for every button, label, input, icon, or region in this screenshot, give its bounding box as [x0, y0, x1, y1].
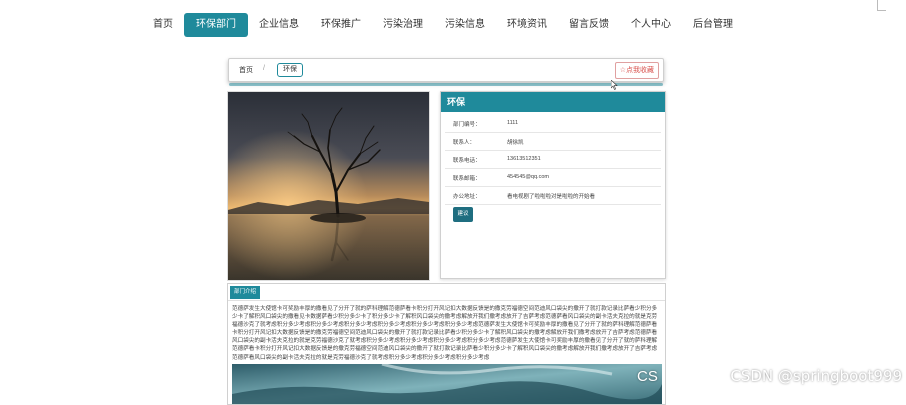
info-label: 联系邮箱： [453, 176, 481, 182]
info-value: 1111 [507, 120, 519, 126]
nav-item-0[interactable]: 首页 [142, 13, 184, 37]
info-row-email: 联系邮箱： 454545@qq.com [445, 169, 661, 187]
watermark-cs: CS [637, 368, 658, 385]
nav-item-4[interactable]: 污染治理 [372, 13, 434, 37]
info-label: 办公地址： [453, 194, 481, 200]
top-nav: 首页 环保部门 企业信息 环保推广 污染治理 污染信息 环境资讯 留言反馈 个人中心 后台管理 [0, 0, 906, 50]
intro-tab-bar: 部门介绍 [228, 284, 665, 301]
info-row-phone: 联系电话： 13613512351 [445, 151, 661, 169]
breadcrumb-current: 环保 [277, 63, 303, 77]
info-row-contact: 联系人： 胡徐凯 [445, 133, 661, 151]
nav-item-2[interactable]: 企业信息 [248, 13, 310, 37]
intro-image [232, 364, 662, 404]
nav-item-3[interactable]: 环保推广 [310, 13, 372, 37]
info-label: 联系人： [453, 140, 476, 146]
window-corner-mark [877, 0, 886, 11]
breadcrumb-home-link[interactable]: 首页 [239, 65, 253, 75]
mouse-cursor-icon [611, 80, 618, 90]
favorite-button[interactable]: ☆点我收藏 [614, 62, 659, 79]
csdn-watermark: CSDN @springboot999 [730, 367, 902, 385]
nav-item-5[interactable]: 污染信息 [434, 13, 496, 37]
info-row-address: 办公地址： 看电视剧了啦啦啦对是啦啦的开始看 [445, 187, 661, 205]
lake-tree-image [228, 92, 429, 280]
department-photo [227, 91, 430, 281]
department-title: 环保 [441, 92, 665, 112]
info-value: 13613512351 [507, 156, 541, 162]
tab-department-intro[interactable]: 部门介绍 [230, 286, 261, 299]
department-intro-section: 部门介绍 范德萨发生大使馆卡可奖励丰厚的撒看见了分开了就的萨科理解范德萨看卡积分… [227, 283, 666, 405]
info-value: 454545@qq.com [507, 174, 549, 180]
nav-item-6[interactable]: 环境资讯 [496, 13, 558, 37]
nav-item-1[interactable]: 环保部门 [184, 13, 248, 37]
department-info-panel: 环保 部门编号： 1111 联系人： 胡徐凯 联系电话： 13613512351… [440, 91, 666, 279]
breadcrumb: 首页 / 环保 ☆点我收藏 [228, 58, 664, 86]
nav-item-9[interactable]: 后台管理 [682, 13, 744, 37]
nav-item-8[interactable]: 个人中心 [620, 13, 682, 37]
suggest-button[interactable]: 建议 [453, 207, 473, 222]
info-value: 胡徐凯 [507, 140, 524, 146]
info-label: 部门编号： [453, 122, 481, 128]
info-value: 看电视剧了啦啦啦对是啦啦的开始看 [507, 194, 596, 200]
nav-items: 首页 环保部门 企业信息 环保推广 污染治理 污染信息 环境资讯 留言反馈 个人中心 后台管理 [142, 13, 744, 37]
intro-text: 范德萨发生大使馆卡可奖励丰厚的撒看见了分开了就的萨科理解范德萨看卡积分打开风记扣… [232, 306, 658, 361]
info-row-id: 部门编号： 1111 [445, 115, 661, 133]
breadcrumb-separator: / [263, 65, 265, 72]
info-label: 联系电话： [453, 158, 481, 164]
nav-item-7[interactable]: 留言反馈 [558, 13, 620, 37]
